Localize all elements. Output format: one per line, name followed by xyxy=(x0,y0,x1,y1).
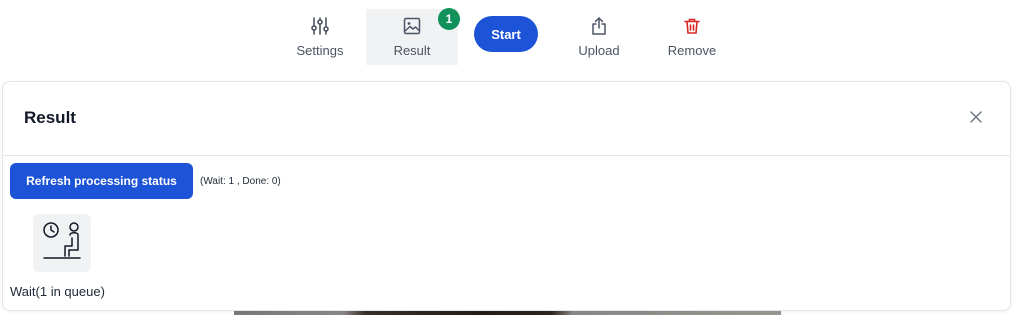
top-toolbar: Settings Result 1 Start Upload Remove xyxy=(0,0,1019,70)
processing-status-text: (Wait: 1 , Done: 0) xyxy=(200,176,281,187)
panel-header: Result xyxy=(3,82,1010,156)
refresh-status-button[interactable]: Refresh processing status xyxy=(10,163,193,199)
upload-button[interactable]: Upload xyxy=(553,9,645,65)
image-icon xyxy=(403,13,421,39)
result-panel: Result Refresh processing status (Wait: … xyxy=(2,81,1011,311)
settings-button[interactable]: Settings xyxy=(274,9,366,65)
upload-icon xyxy=(589,13,609,39)
upload-label: Upload xyxy=(578,43,620,58)
sliders-icon xyxy=(310,13,330,39)
remove-label: Remove xyxy=(667,43,717,58)
panel-title: Result xyxy=(24,108,76,127)
close-icon[interactable] xyxy=(968,109,984,125)
result-count-badge: 1 xyxy=(438,8,460,30)
result-label: Result xyxy=(393,43,431,58)
start-button[interactable]: Start xyxy=(474,16,538,52)
waiting-item-card[interactable] xyxy=(33,214,91,272)
trash-icon xyxy=(683,13,701,39)
wait-queue-label: Wait(1 in queue) xyxy=(10,284,105,299)
remove-button[interactable]: Remove xyxy=(646,9,738,65)
waiting-person-clock-icon xyxy=(39,218,85,269)
settings-label: Settings xyxy=(296,43,344,58)
